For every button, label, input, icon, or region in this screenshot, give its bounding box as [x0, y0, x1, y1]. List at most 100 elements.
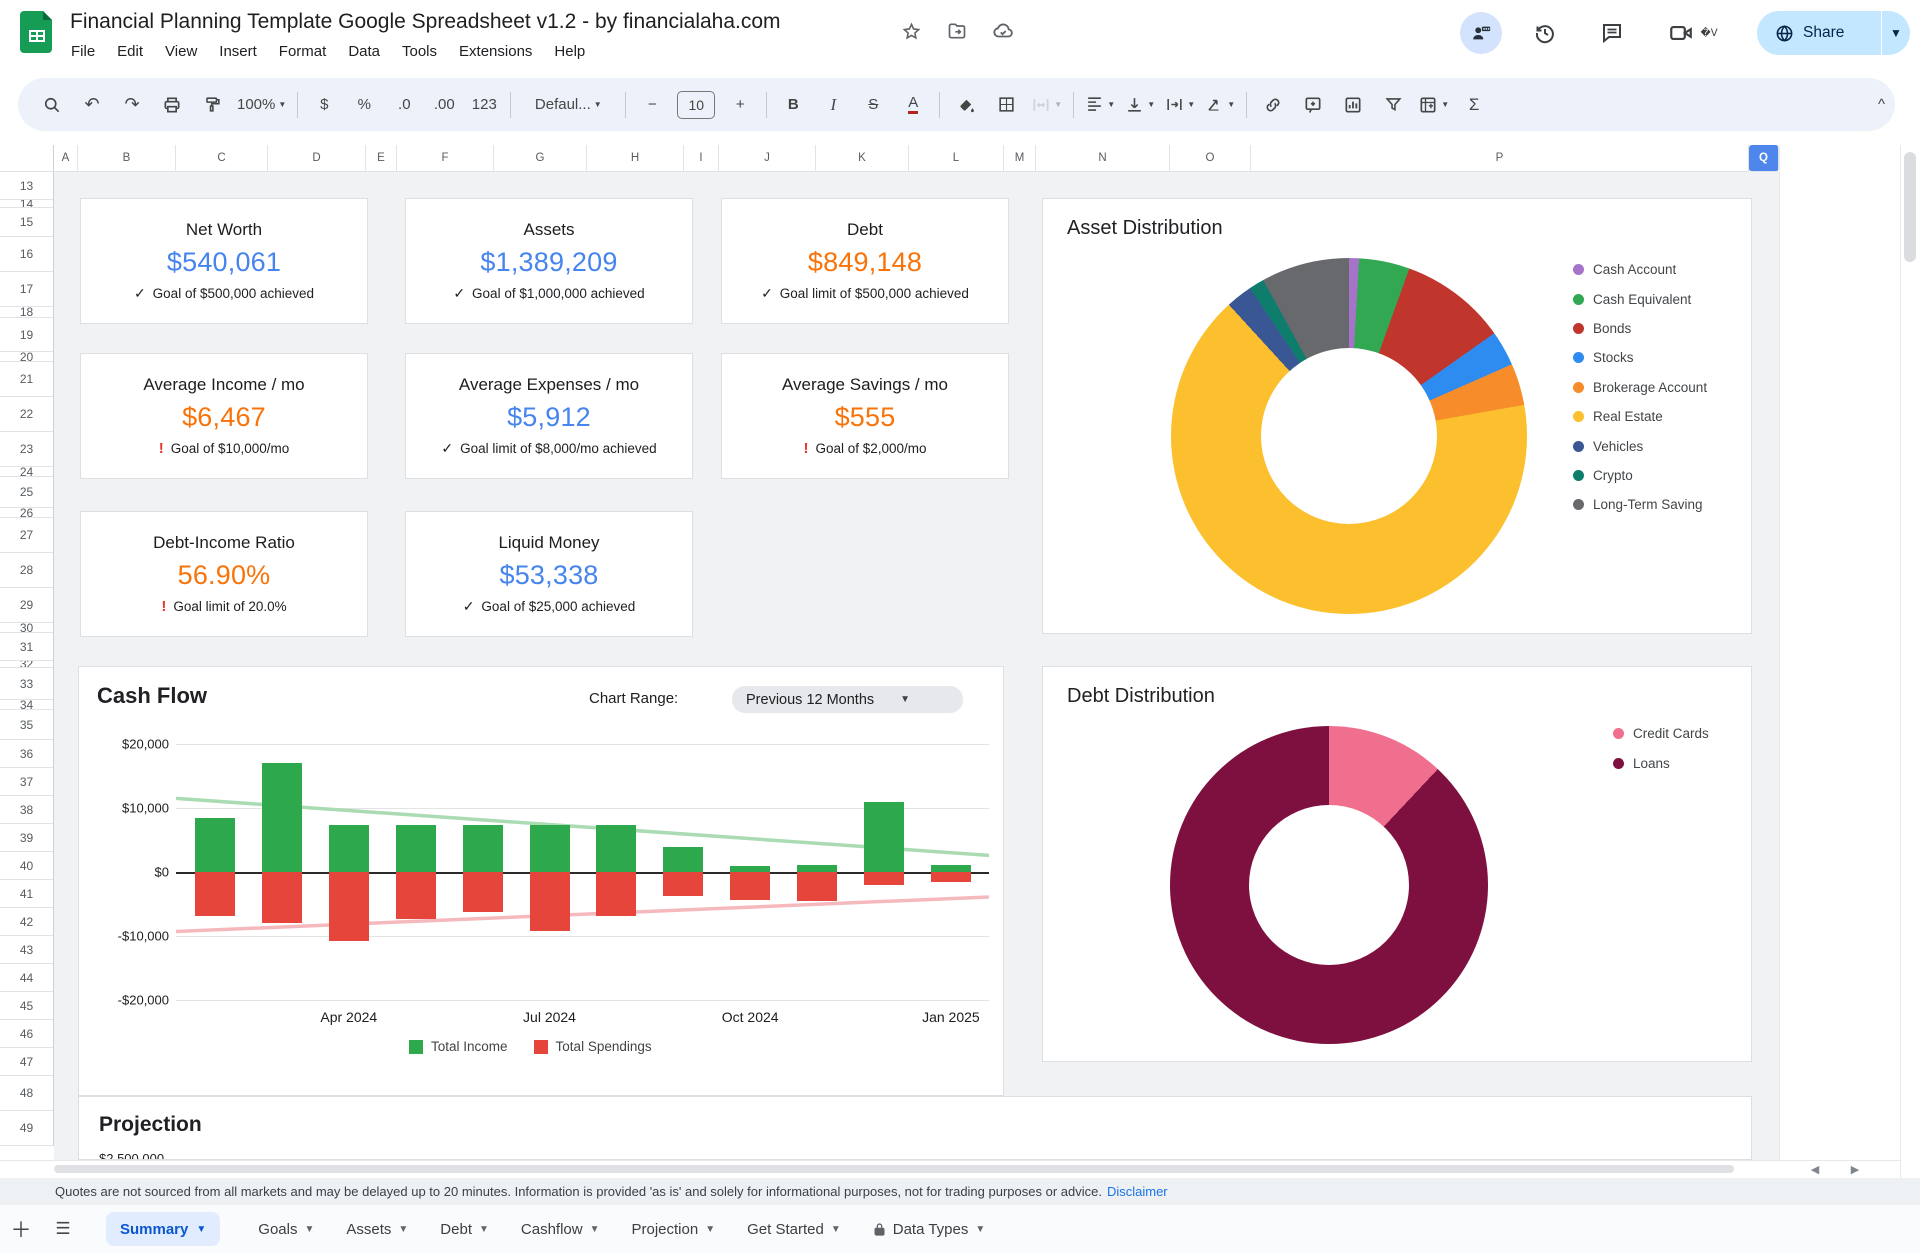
tab-projection[interactable]: Projection▼	[616, 1205, 732, 1253]
format-percent-button[interactable]: %	[344, 88, 384, 122]
column-header-J[interactable]: J	[719, 145, 816, 172]
strikethrough-button[interactable]: S	[853, 88, 893, 122]
format-currency-button[interactable]: $	[304, 88, 344, 122]
column-header-H[interactable]: H	[587, 145, 684, 172]
borders-icon[interactable]	[986, 88, 1026, 122]
add-sheet-button[interactable]: ＋	[0, 1205, 42, 1253]
row-header-41[interactable]: 41	[0, 880, 54, 908]
horizontal-align-icon[interactable]: ▼	[1080, 88, 1120, 122]
tab-goals[interactable]: Goals▼	[242, 1205, 330, 1253]
more-formats-button[interactable]: 123	[464, 88, 504, 122]
redo-icon[interactable]: ↷	[112, 88, 152, 122]
share-dropdown-caret[interactable]: ▼	[1882, 26, 1910, 40]
share-button[interactable]: Share ▼	[1757, 11, 1910, 55]
font-size-input[interactable]: 10	[672, 88, 720, 122]
meet-camera-icon[interactable]: �Ⅴ	[1664, 13, 1722, 53]
chart-range-select[interactable]: Previous 12 Months ▼	[732, 686, 963, 713]
vertical-scrollbar-thumb[interactable]	[1904, 152, 1916, 262]
pivot-table-icon[interactable]: ▼	[1413, 88, 1454, 122]
row-header-21[interactable]: 21	[0, 362, 54, 397]
column-header-D[interactable]: D	[268, 145, 366, 172]
column-header-L[interactable]: L	[909, 145, 1004, 172]
row-header-13[interactable]: 13	[0, 172, 54, 200]
row-header-25[interactable]: 25	[0, 477, 54, 508]
scroll-right-arrow[interactable]: ▶	[1840, 1161, 1870, 1177]
menu-view[interactable]: View	[154, 40, 208, 63]
row-header-42[interactable]: 42	[0, 908, 54, 936]
row-header-22[interactable]: 22	[0, 397, 54, 432]
zoom-select[interactable]: 100%▼	[232, 88, 291, 122]
row-header-15[interactable]: 15	[0, 208, 54, 237]
create-filter-icon[interactable]	[1373, 88, 1413, 122]
vertical-align-icon[interactable]: ▼	[1120, 88, 1160, 122]
all-sheets-icon[interactable]: ☰	[42, 1205, 84, 1253]
font-select[interactable]: Defaul...▼	[517, 88, 619, 122]
menu-data[interactable]: Data	[337, 40, 391, 63]
print-icon[interactable]	[152, 88, 192, 122]
row-header-44[interactable]: 44	[0, 964, 54, 992]
column-header-O[interactable]: O	[1170, 145, 1251, 172]
row-header-30[interactable]: 30	[0, 623, 54, 633]
select-all-corner[interactable]	[0, 145, 54, 172]
bold-button[interactable]: B	[773, 88, 813, 122]
fill-color-icon[interactable]	[946, 88, 986, 122]
toolbar-collapse-button[interactable]: ^	[1878, 96, 1885, 113]
menu-edit[interactable]: Edit	[106, 40, 154, 63]
row-header-31[interactable]: 31	[0, 633, 54, 661]
column-header-Q[interactable]: Q	[1749, 145, 1779, 172]
merge-cells-icon[interactable]: ▼	[1026, 88, 1067, 122]
row-header-27[interactable]: 27	[0, 518, 54, 553]
row-header-24[interactable]: 24	[0, 467, 54, 477]
column-header-K[interactable]: K	[816, 145, 909, 172]
column-header-E[interactable]: E	[366, 145, 397, 172]
row-header-37[interactable]: 37	[0, 768, 54, 796]
menu-insert[interactable]: Insert	[208, 40, 268, 63]
row-header-23[interactable]: 23	[0, 432, 54, 467]
row-header-26[interactable]: 26	[0, 508, 54, 518]
row-header-19[interactable]: 19	[0, 318, 54, 352]
document-title[interactable]: Financial Planning Template Google Sprea…	[70, 10, 781, 34]
paint-format-icon[interactable]	[192, 88, 232, 122]
column-header-C[interactable]: C	[176, 145, 268, 172]
move-to-folder-icon[interactable]	[946, 20, 968, 42]
decrease-decimal-button[interactable]: .0	[384, 88, 424, 122]
row-header-46[interactable]: 46	[0, 1020, 54, 1048]
tab-cashflow[interactable]: Cashflow▼	[505, 1205, 616, 1253]
column-header-N[interactable]: N	[1036, 145, 1170, 172]
column-header-P[interactable]: P	[1251, 145, 1749, 172]
column-header-I[interactable]: I	[684, 145, 719, 172]
row-header-34[interactable]: 34	[0, 700, 54, 710]
row-header-20[interactable]: 20	[0, 352, 54, 362]
column-header-M[interactable]: M	[1004, 145, 1036, 172]
row-header-45[interactable]: 45	[0, 992, 54, 1020]
row-header-40[interactable]: 40	[0, 852, 54, 880]
column-header-B[interactable]: B	[78, 145, 176, 172]
row-header-29[interactable]: 29	[0, 588, 54, 623]
row-header-33[interactable]: 33	[0, 668, 54, 700]
row-header-17[interactable]: 17	[0, 272, 54, 307]
insert-comment-icon[interactable]	[1293, 88, 1333, 122]
tab-data-types[interactable]: Data Types▼	[857, 1205, 1002, 1253]
row-header-35[interactable]: 35	[0, 710, 54, 740]
search-icon[interactable]	[32, 88, 72, 122]
row-header-49[interactable]: 49	[0, 1111, 54, 1146]
decrease-font-size-button[interactable]: −	[632, 88, 672, 122]
version-history-icon[interactable]	[1525, 13, 1565, 53]
row-header-48[interactable]: 48	[0, 1076, 54, 1111]
row-header-16[interactable]: 16	[0, 237, 54, 272]
disclaimer-link[interactable]: Disclaimer	[1107, 1184, 1168, 1199]
sheets-logo-icon[interactable]	[20, 11, 52, 53]
star-icon[interactable]	[900, 20, 922, 42]
horizontal-scrollbar-thumb[interactable]	[54, 1165, 1734, 1173]
row-header-14[interactable]: 14	[0, 200, 54, 208]
increase-decimal-button[interactable]: .00	[424, 88, 464, 122]
row-header-43[interactable]: 43	[0, 936, 54, 964]
menu-file[interactable]: File	[60, 40, 106, 63]
insert-link-icon[interactable]	[1253, 88, 1293, 122]
insert-chart-icon[interactable]	[1333, 88, 1373, 122]
undo-icon[interactable]: ↶	[72, 88, 112, 122]
presence-avatar[interactable]	[1460, 12, 1502, 54]
tab-debt[interactable]: Debt▼	[424, 1205, 505, 1253]
menu-format[interactable]: Format	[268, 40, 338, 63]
column-header-A[interactable]: A	[54, 145, 78, 172]
